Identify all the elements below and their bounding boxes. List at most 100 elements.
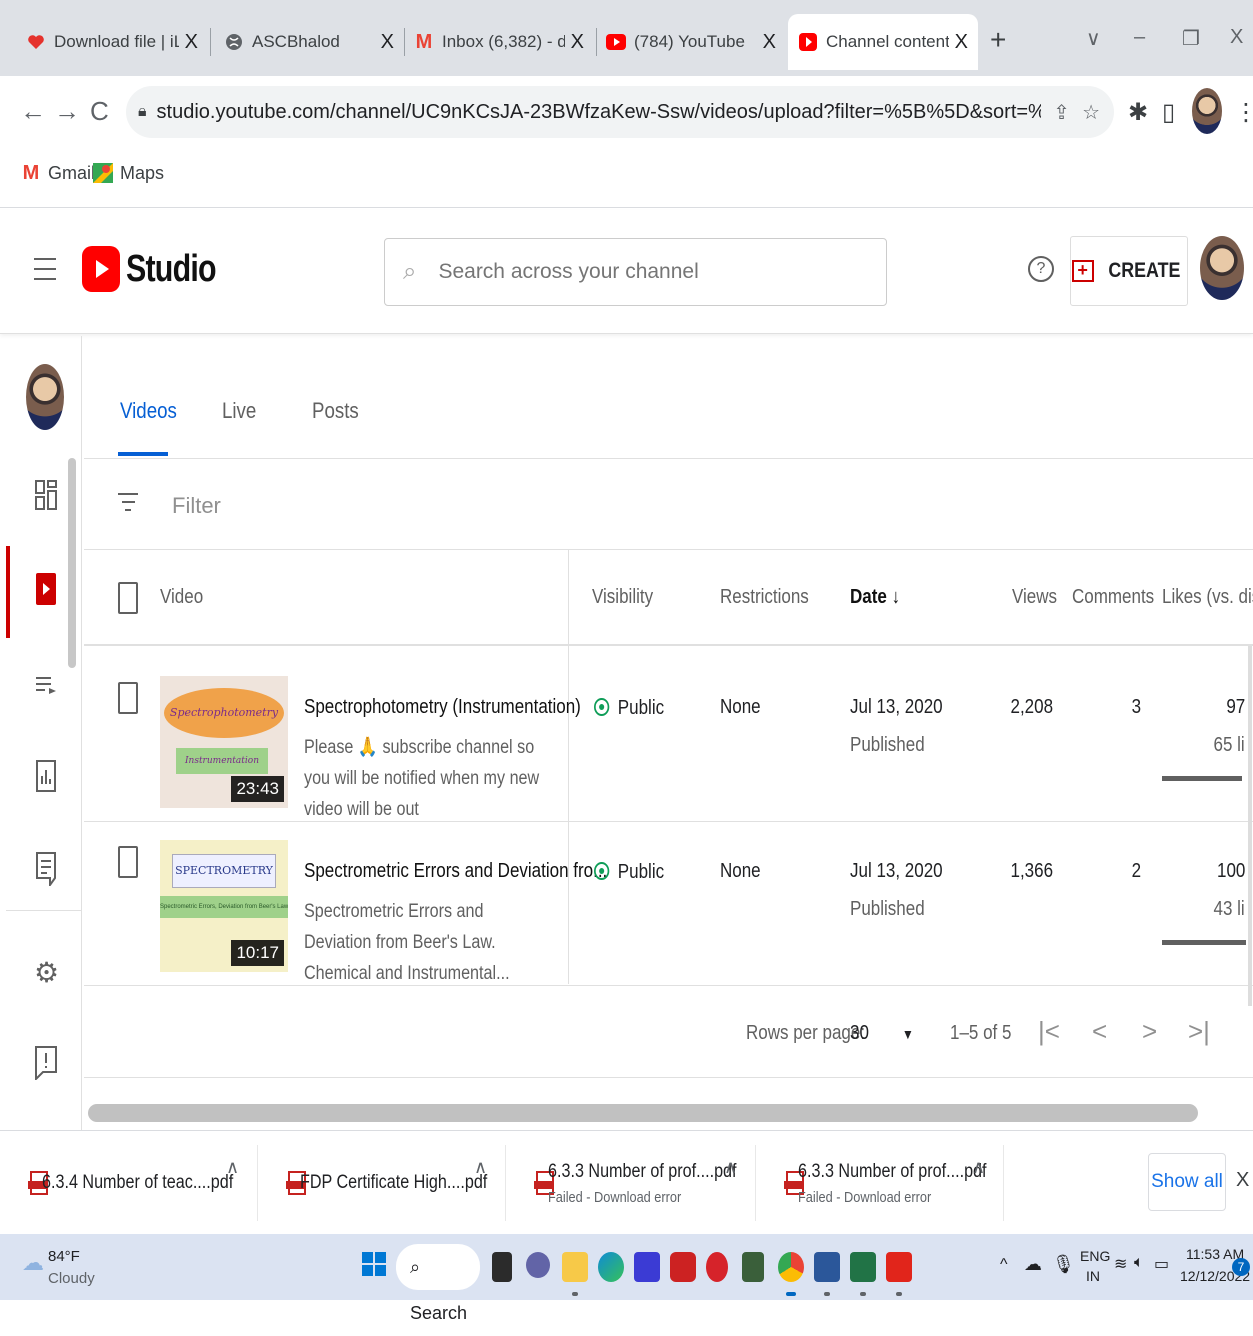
channel-avatar[interactable] xyxy=(26,364,64,430)
browser-tab-channel-content[interactable]: Channel content - YouTube X xyxy=(788,14,978,70)
show-all-downloads-button[interactable]: Show all xyxy=(1148,1153,1226,1211)
analytics-icon[interactable] xyxy=(34,760,58,798)
tab-posts[interactable]: Posts xyxy=(312,398,359,424)
visibility-public[interactable]: Public xyxy=(594,696,664,720)
close-shelf-icon[interactable]: X xyxy=(1236,1169,1249,1192)
row-checkbox[interactable] xyxy=(118,846,138,878)
chevron-up-icon[interactable]: ∧ xyxy=(226,1157,239,1178)
file-explorer-icon[interactable] xyxy=(562,1252,588,1282)
download-item[interactable]: 6.3.4 Number of teac....pdf xyxy=(0,1145,258,1221)
channel-search[interactable]: ⌕ xyxy=(384,238,887,306)
tab-search-button[interactable]: ∨ xyxy=(1086,26,1101,51)
chevron-up-icon[interactable]: ∧ xyxy=(972,1157,985,1178)
bookmark-maps[interactable]: Maps xyxy=(92,162,164,184)
mcafee-icon[interactable] xyxy=(670,1252,696,1282)
send-feedback-icon[interactable] xyxy=(34,1046,58,1086)
video-title[interactable]: Spectrophotometry (Instrumentation) xyxy=(304,696,581,719)
browser-tab-ascbhalod[interactable]: ASCBhalod X xyxy=(214,14,404,70)
teams-chat-icon[interactable] xyxy=(526,1252,550,1278)
browser-tab-youtube[interactable]: (784) YouTube X xyxy=(596,14,786,70)
restore-button[interactable]: ❐ xyxy=(1182,26,1200,51)
app-icon[interactable] xyxy=(742,1252,764,1282)
settings-gear-icon[interactable]: ⚙ xyxy=(34,956,59,989)
column-restrictions[interactable]: Restrictions xyxy=(720,586,809,609)
edge-browser-icon[interactable] xyxy=(598,1252,624,1282)
next-page-button[interactable]: > xyxy=(1142,1016,1157,1047)
share-icon[interactable]: ⇪ xyxy=(1053,100,1070,125)
profile-avatar[interactable] xyxy=(1192,88,1222,134)
chevron-up-icon[interactable]: ∧ xyxy=(474,1157,487,1178)
address-bar[interactable]: 🔒︎ studio.youtube.com/channel/UC9nKCsJA-… xyxy=(126,86,1114,138)
tab-close-icon[interactable]: X xyxy=(381,31,394,54)
row-checkbox[interactable] xyxy=(118,682,138,714)
table-vertical-scrollbar[interactable] xyxy=(1248,646,1252,1006)
table-row[interactable]: SPECTROMETRY Spectrometric Errors, Devia… xyxy=(84,822,1253,986)
column-views[interactable]: Views xyxy=(1012,586,1057,609)
microphone-icon[interactable]: 🎙︎ xyxy=(1052,1254,1075,1275)
side-panel-icon[interactable]: ▯ xyxy=(1162,98,1175,127)
playlists-icon[interactable] xyxy=(34,674,58,702)
help-icon[interactable]: ? xyxy=(1028,256,1054,282)
content-icon[interactable] xyxy=(34,572,58,612)
dashboard-icon[interactable] xyxy=(34,480,58,516)
browser-tab-ilovepdf[interactable]: Download file | iLovePDF X xyxy=(16,14,208,70)
filter-bar[interactable]: Filter xyxy=(84,458,1253,550)
download-item[interactable]: FDP Certificate High....pdf xyxy=(258,1145,506,1221)
browser-tab-gmail[interactable]: M Inbox (6,382) - drgrc76 X xyxy=(404,14,594,70)
security-app-icon[interactable] xyxy=(706,1252,728,1282)
notification-badge[interactable]: 7 xyxy=(1232,1258,1250,1276)
visibility-public[interactable]: Public xyxy=(594,860,664,884)
tab-close-icon[interactable]: X xyxy=(955,31,968,54)
browser-menu-icon[interactable]: ⋮ xyxy=(1234,98,1253,127)
windows-start-icon[interactable] xyxy=(362,1252,386,1276)
sidebar-scrollbar[interactable] xyxy=(68,458,76,668)
column-visibility[interactable]: Visibility xyxy=(592,586,653,609)
comments-icon[interactable] xyxy=(34,852,58,892)
minimize-button[interactable]: – xyxy=(1134,26,1145,49)
weather-temp[interactable]: 84°F xyxy=(48,1248,80,1265)
chrome-icon[interactable] xyxy=(778,1252,804,1282)
chevron-up-icon[interactable]: ∧ xyxy=(724,1157,737,1178)
new-tab-button[interactable]: + xyxy=(990,24,1006,56)
extensions-puzzle-icon[interactable]: ✱ xyxy=(1128,98,1148,127)
tab-videos[interactable]: Videos xyxy=(120,398,177,424)
tab-close-icon[interactable]: X xyxy=(763,31,776,54)
bookmark-star-icon[interactable]: ☆ xyxy=(1082,100,1100,125)
battery-icon[interactable]: ▭ xyxy=(1154,1254,1169,1274)
language-indicator[interactable]: ENG xyxy=(1080,1248,1110,1264)
excel-icon[interactable] xyxy=(850,1252,876,1282)
chevron-up-icon[interactable]: ^ xyxy=(1000,1256,1008,1274)
bookmark-gmail[interactable]: M Gmail xyxy=(20,162,95,184)
task-view-icon[interactable] xyxy=(492,1252,512,1282)
reload-icon[interactable]: C xyxy=(90,96,109,127)
column-comments[interactable]: Comments xyxy=(1072,586,1154,609)
column-likes[interactable]: Likes (vs. disli xyxy=(1162,586,1253,609)
volume-icon[interactable]: 🔈︎ xyxy=(1134,1254,1144,1272)
back-arrow-icon[interactable]: ← xyxy=(20,96,46,127)
download-item[interactable]: 6.3.3 Number of prof....pdf Failed - Dow… xyxy=(756,1145,1004,1221)
filter-input[interactable]: Filter xyxy=(172,493,221,519)
tab-live[interactable]: Live xyxy=(222,398,256,424)
onedrive-icon[interactable]: ☁ xyxy=(1024,1254,1042,1275)
tab-close-icon[interactable]: X xyxy=(571,31,584,54)
dropdown-arrow-icon[interactable]: ▼ xyxy=(902,1026,914,1042)
taskbar-search[interactable]: ⌕ Search xyxy=(396,1244,480,1323)
close-window-button[interactable]: X xyxy=(1230,26,1243,49)
store-icon[interactable] xyxy=(634,1252,660,1282)
video-thumbnail[interactable]: Spectrophotometry Instrumentation 23:43 xyxy=(160,676,288,808)
create-button[interactable]: + CREATE xyxy=(1070,236,1188,306)
word-icon[interactable] xyxy=(814,1252,840,1282)
search-input[interactable] xyxy=(438,260,819,284)
account-avatar[interactable] xyxy=(1200,236,1244,300)
table-row[interactable]: Spectrophotometry Instrumentation 23:43 … xyxy=(84,658,1253,822)
column-date-sort[interactable]: Date ↓ xyxy=(850,586,900,609)
acrobat-icon[interactable] xyxy=(886,1252,912,1282)
forward-arrow-icon[interactable]: → xyxy=(54,96,80,127)
rows-per-page-select[interactable]: 30 xyxy=(850,1022,869,1045)
select-all-checkbox[interactable] xyxy=(118,582,138,614)
video-thumbnail[interactable]: SPECTROMETRY Spectrometric Errors, Devia… xyxy=(160,840,288,972)
horizontal-scrollbar[interactable] xyxy=(88,1104,1198,1122)
studio-logo[interactable]: Studio xyxy=(82,246,238,292)
video-title[interactable]: Spectrometric Errors and Deviation fro..… xyxy=(304,860,607,883)
tab-close-icon[interactable]: X xyxy=(185,31,198,54)
